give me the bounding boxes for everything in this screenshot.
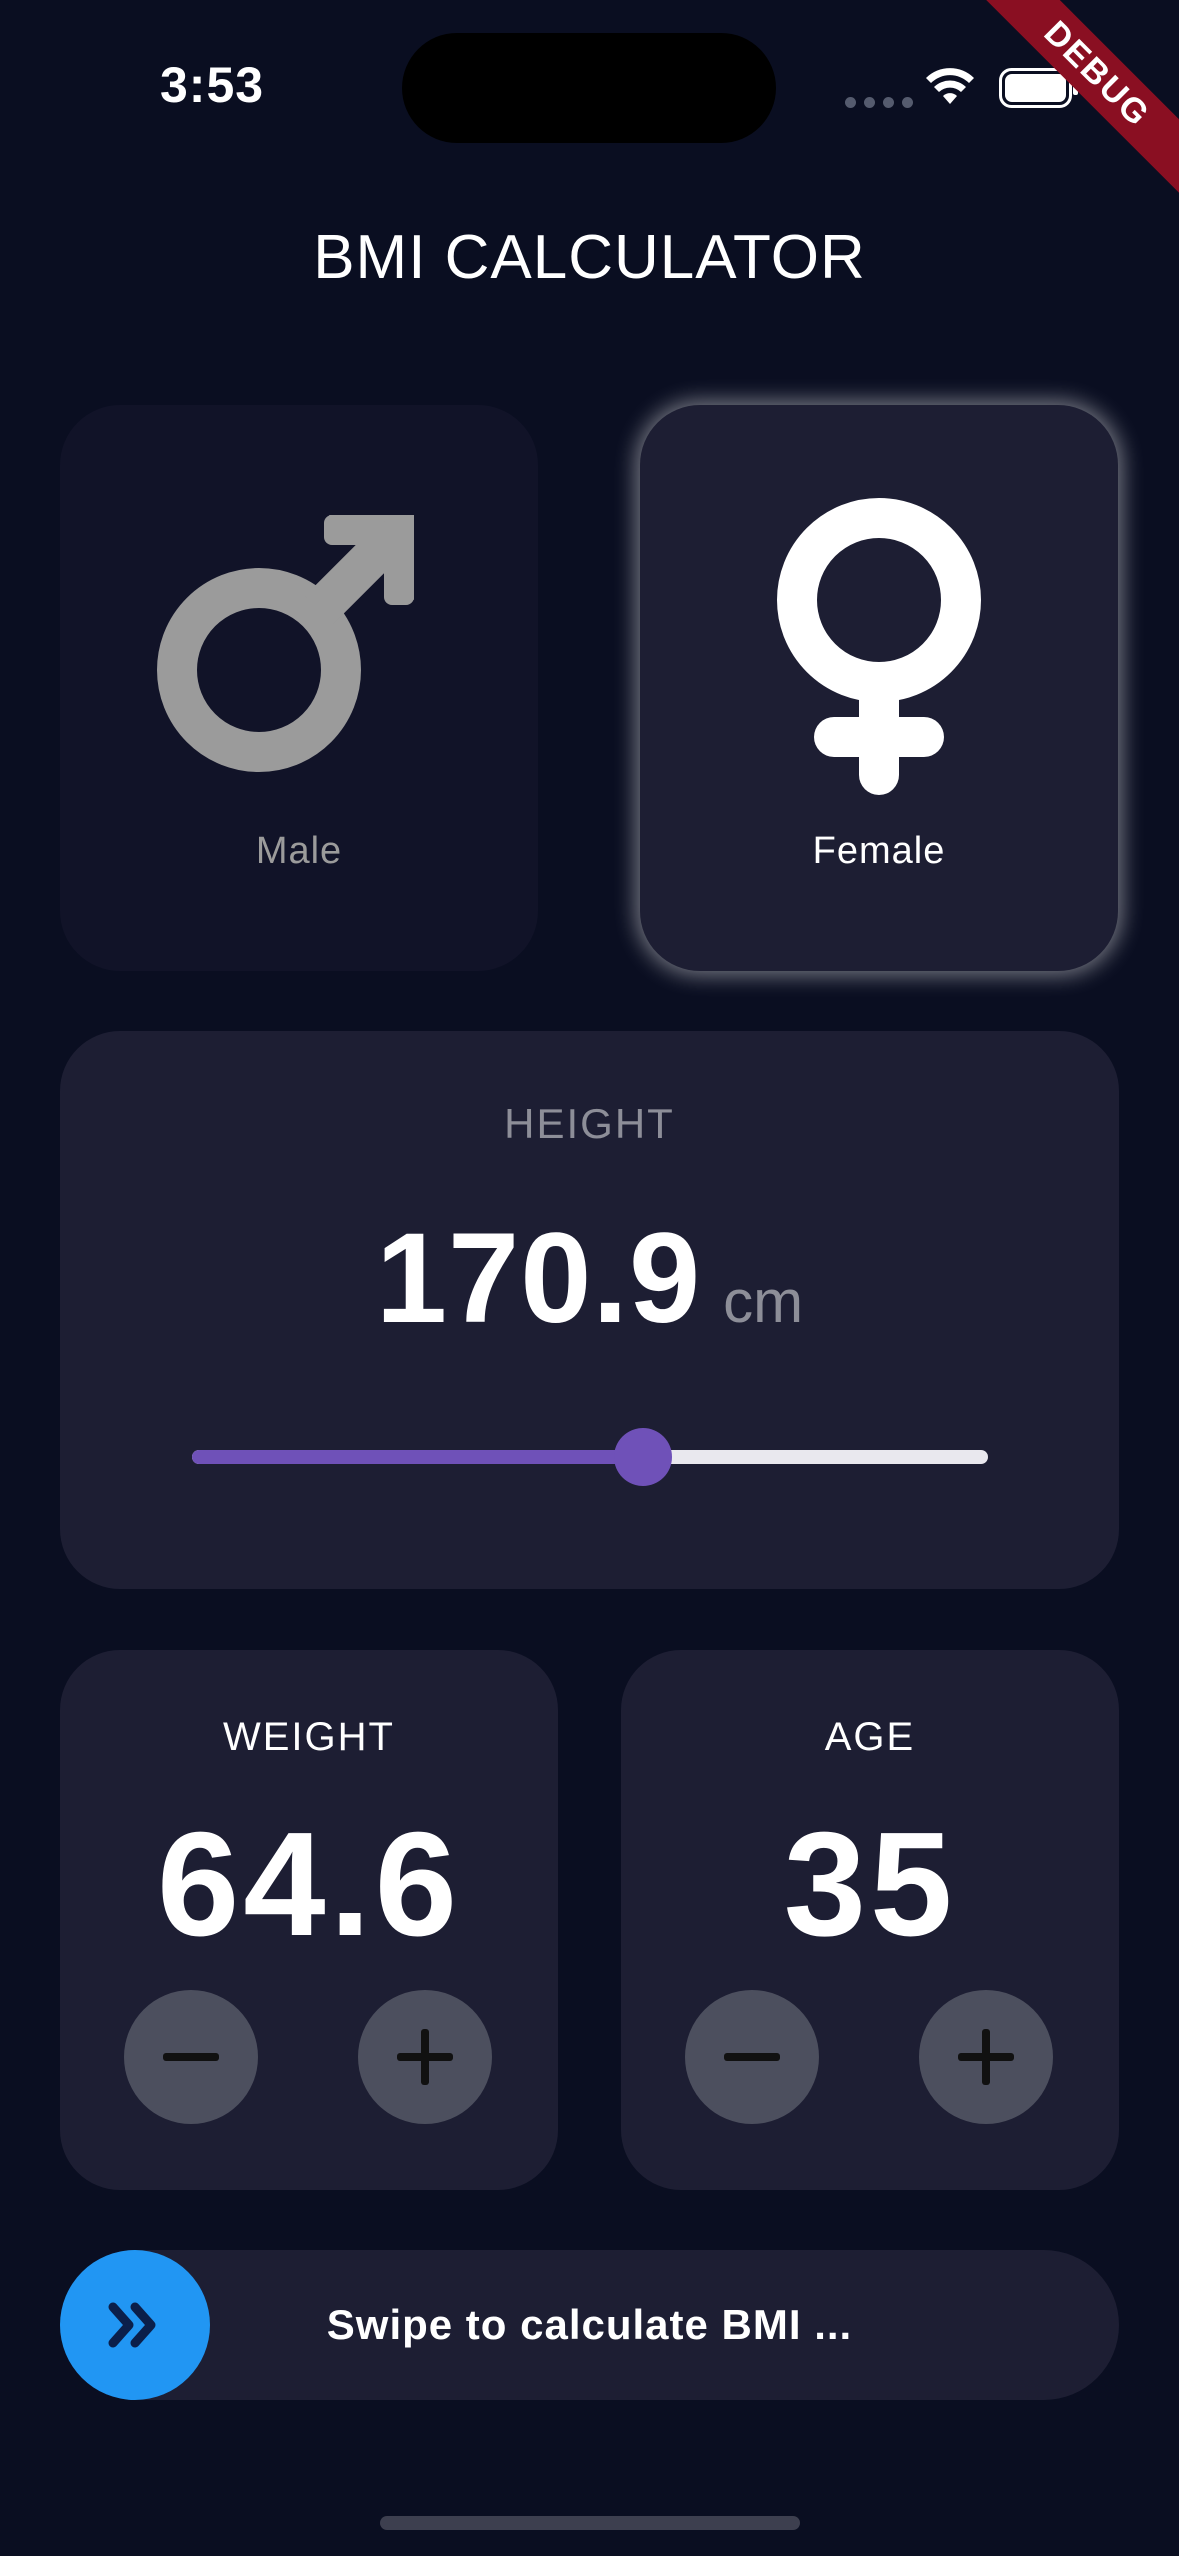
weight-label: WEIGHT <box>223 1715 395 1759</box>
cellular-signal-icon <box>845 97 913 108</box>
height-unit: cm <box>723 1268 804 1335</box>
height-value: 170.9 <box>375 1207 702 1350</box>
bmi-calculator-screen: 3:53 DEBUG BMI CALCULATOR Male Female HE… <box>0 0 1179 2556</box>
female-label: Female <box>812 830 946 872</box>
weight-decrement-button[interactable] <box>124 1990 258 2124</box>
wifi-icon <box>926 68 974 104</box>
age-increment-button[interactable] <box>919 1990 1053 2124</box>
age-value: 35 <box>783 1802 957 1967</box>
weight-increment-button[interactable] <box>358 1990 492 2124</box>
swipe-label: Swipe to calculate BMI ... <box>326 2301 853 2348</box>
dynamic-island <box>402 33 776 143</box>
height-label: HEIGHT <box>504 1100 675 1147</box>
swipe-handle[interactable] <box>60 2250 210 2400</box>
male-label: Male <box>255 830 343 872</box>
plus-icon <box>397 2029 453 2085</box>
home-indicator[interactable] <box>380 2516 800 2530</box>
minus-icon <box>724 2053 780 2061</box>
male-symbol-icon <box>60 510 538 790</box>
status-time: 3:53 <box>160 57 265 113</box>
age-decrement-button[interactable] <box>685 1990 819 2124</box>
age-label: AGE <box>824 1715 916 1759</box>
height-slider-thumb[interactable] <box>614 1428 673 1486</box>
weight-value: 64.6 <box>156 1802 462 1967</box>
plus-icon <box>958 2029 1014 2085</box>
page-title: BMI CALCULATOR <box>313 223 866 292</box>
minus-icon <box>163 2053 219 2061</box>
height-value-row: 170.9 cm <box>60 1205 1119 1352</box>
female-symbol-icon <box>640 495 1118 805</box>
height-slider-fill <box>192 1450 644 1464</box>
double-chevron-right-icon <box>108 2302 156 2348</box>
